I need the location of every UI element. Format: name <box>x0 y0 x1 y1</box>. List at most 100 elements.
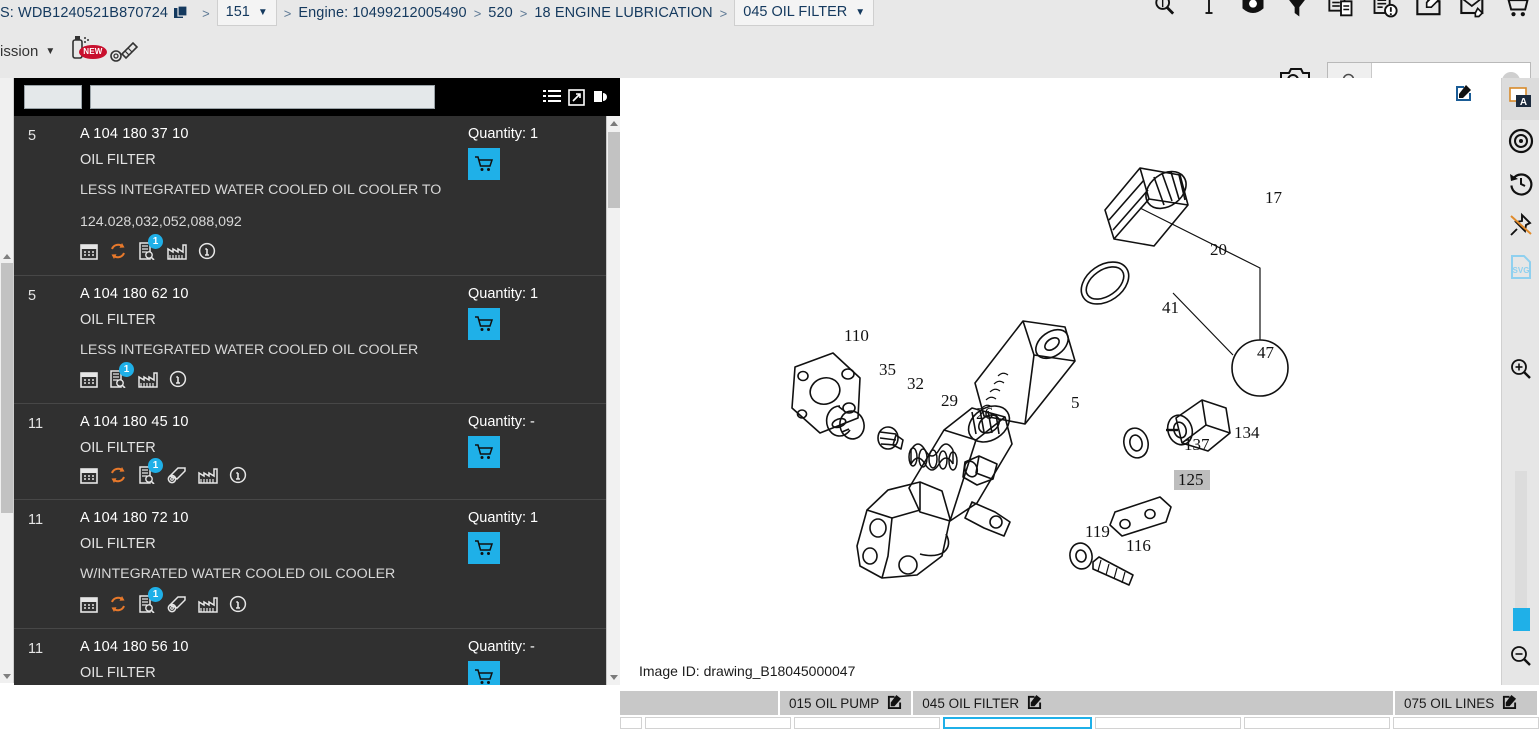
part-row[interactable]: 11A 104 180 56 10OIL FILTERQuantity: - <box>14 629 620 685</box>
info-icon[interactable] <box>229 466 247 489</box>
calendar-icon[interactable] <box>80 370 98 393</box>
bolt-icon[interactable] <box>109 38 139 66</box>
part-row[interactable]: 5A 104 180 37 10OIL FILTERLESS INTEGRATE… <box>14 116 620 276</box>
add-to-cart-button[interactable] <box>468 308 500 340</box>
part-callout-number[interactable]: 125 <box>1178 470 1204 489</box>
part-row[interactable]: 5A 104 180 62 10OIL FILTERLESS INTEGRATE… <box>14 276 620 404</box>
part-callout-number[interactable]: 20 <box>1210 240 1227 259</box>
info-icon[interactable] <box>229 595 247 618</box>
open-folder-icon[interactable] <box>1415 0 1443 20</box>
refresh-icon[interactable] <box>109 595 127 618</box>
part-callout-number[interactable]: 41 <box>1162 298 1179 317</box>
mail-edit-icon[interactable] <box>1459 0 1487 20</box>
drawing-viewport[interactable]: 17204147110353229265137134125119116 Imag… <box>620 78 1501 691</box>
part-callout-number[interactable]: 110 <box>844 326 869 345</box>
expand-icon[interactable] <box>568 89 585 106</box>
part-number[interactable]: A 104 180 45 10 <box>80 414 460 430</box>
list-filter-small-input[interactable] <box>24 85 82 109</box>
zoom-slider-track[interactable] <box>1515 471 1527 631</box>
part-number[interactable]: A 104 180 37 10 <box>80 126 460 142</box>
refresh-icon[interactable] <box>109 242 127 265</box>
tool-gear-icon[interactable] <box>167 466 187 489</box>
group-tab[interactable]: 045 OIL FILTER <box>913 691 1395 715</box>
edit-icon[interactable] <box>1027 694 1042 712</box>
group-cell[interactable] <box>1095 717 1241 729</box>
doc-search-icon[interactable]: 1 <box>138 595 156 618</box>
list-view-icon[interactable] <box>543 88 561 106</box>
part-callout-number[interactable]: 137 <box>1184 435 1210 454</box>
refresh-icon[interactable] <box>109 466 127 489</box>
tool-gear-icon[interactable] <box>167 595 187 618</box>
part-callout-number[interactable]: 116 <box>1126 536 1151 555</box>
target-button[interactable] <box>1502 120 1539 162</box>
unpin-button[interactable] <box>1502 204 1539 246</box>
documents-icon[interactable] <box>1327 0 1355 20</box>
module-dropdown[interactable]: ission ▼ <box>0 43 55 60</box>
part-callout-number[interactable]: 47 <box>1257 343 1275 362</box>
part-callout-number[interactable]: 5 <box>1071 393 1080 412</box>
group-cell[interactable] <box>1244 717 1390 729</box>
group-cell[interactable] <box>794 717 940 729</box>
part-number[interactable]: A 104 180 56 10 <box>80 639 460 655</box>
part-number[interactable]: A 104 180 62 10 <box>80 286 460 302</box>
breadcrumb-current-select[interactable]: 045 OIL FILTER ▼ <box>734 0 874 26</box>
stack-copy-icon[interactable] <box>592 88 610 106</box>
search-vehicle-icon[interactable] <box>1151 0 1179 20</box>
part-callout-number[interactable]: 29 <box>941 391 958 410</box>
part-row[interactable]: 11A 104 180 45 10OIL FILTER1Quantity: - <box>14 404 620 500</box>
add-to-cart-button[interactable] <box>468 661 500 685</box>
zoom-out-button[interactable] <box>1502 635 1539 677</box>
part-callout-number[interactable]: 26 <box>976 404 993 423</box>
left-scroll-up-icon[interactable] <box>3 254 11 259</box>
info-icon[interactable] <box>198 242 216 265</box>
breadcrumb-vin[interactable]: S: WDB1240521B870724 <box>0 5 168 21</box>
doc-search-icon[interactable]: 1 <box>138 466 156 489</box>
left-scrollbar[interactable] <box>0 78 14 683</box>
spray-can-button[interactable]: NEW <box>69 34 95 69</box>
filter-dark-icon[interactable] <box>1239 0 1267 20</box>
part-callout-number[interactable]: 119 <box>1085 522 1110 541</box>
group-cell[interactable] <box>620 717 642 729</box>
breadcrumb-node-select[interactable]: 151 ▼ <box>217 0 277 26</box>
calendar-icon[interactable] <box>80 466 98 489</box>
add-to-cart-button[interactable] <box>468 532 500 564</box>
copy-icon[interactable] <box>173 5 189 25</box>
factory-icon[interactable] <box>198 595 218 618</box>
parts-list-scroll-area[interactable]: 5A 104 180 37 10OIL FILTERLESS INTEGRATE… <box>14 116 620 685</box>
doc-search-icon[interactable]: 1 <box>138 242 156 265</box>
history-button[interactable] <box>1502 162 1539 204</box>
parts-list-scrollbar[interactable] <box>606 116 620 685</box>
svg-export-button[interactable]: SVG <box>1502 246 1539 288</box>
info-i-icon[interactable] <box>1195 0 1223 20</box>
left-scrollbar-thumb[interactable] <box>1 263 13 513</box>
breadcrumb-subgroup[interactable]: 18 ENGINE LUBRICATION <box>534 5 712 21</box>
funnel-icon[interactable] <box>1283 0 1311 20</box>
factory-icon[interactable] <box>138 370 158 393</box>
add-to-cart-button[interactable] <box>468 436 500 468</box>
cart-icon[interactable] <box>1503 0 1531 20</box>
edit-icon[interactable] <box>1502 694 1517 712</box>
left-scroll-down-icon[interactable] <box>3 674 11 679</box>
part-callout-number[interactable]: 134 <box>1234 423 1260 442</box>
part-callout-number[interactable]: 32 <box>907 374 924 393</box>
parts-list-scrollbar-thumb[interactable] <box>608 132 620 208</box>
scroll-up-icon[interactable] <box>610 121 618 126</box>
group-tab[interactable]: 075 OIL LINES <box>1395 691 1539 715</box>
zoom-slider-handle[interactable] <box>1513 608 1530 631</box>
part-callout-number[interactable]: 17 <box>1265 188 1283 207</box>
group-cell[interactable] <box>645 717 791 729</box>
info-icon[interactable] <box>169 370 187 393</box>
factory-icon[interactable] <box>167 242 187 265</box>
factory-icon[interactable] <box>198 466 218 489</box>
zoom-in-button[interactable] <box>1502 348 1539 390</box>
edit-icon[interactable] <box>887 694 902 712</box>
list-filter-large-input[interactable] <box>90 85 435 109</box>
breadcrumb-group[interactable]: 520 <box>488 5 513 21</box>
part-callout-number[interactable]: 35 <box>879 360 896 379</box>
notes-alert-icon[interactable] <box>1371 0 1399 20</box>
doc-search-icon[interactable]: 1 <box>109 370 127 393</box>
calendar-icon[interactable] <box>80 595 98 618</box>
calendar-icon[interactable] <box>80 242 98 265</box>
label-a-button[interactable]: A <box>1502 78 1539 120</box>
part-number[interactable]: A 104 180 72 10 <box>80 510 460 526</box>
